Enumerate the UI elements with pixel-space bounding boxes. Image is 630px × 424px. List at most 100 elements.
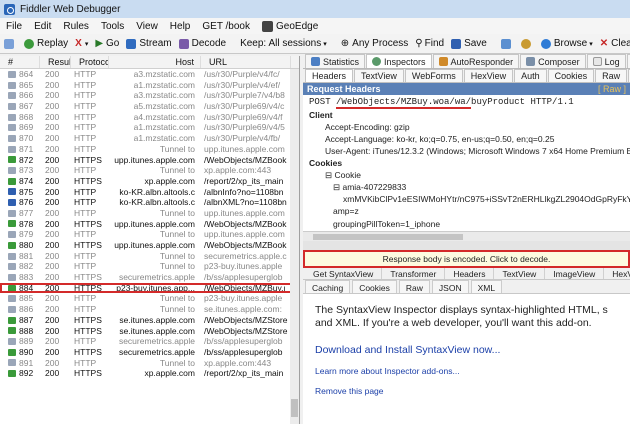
- header-accept-language[interactable]: Accept-Language: ko-kr, ko;q=0.75, en-us…: [303, 133, 630, 145]
- raw-link[interactable]: [ Raw ]: [598, 83, 626, 95]
- table-row[interactable]: 869 200 HTTP a1.mzstatic.com/us/r30/Purple6…: [0, 122, 299, 133]
- table-row[interactable]: 890 200 HTTPS securemetrics.apple/b/ss/appl…: [0, 347, 299, 358]
- table-row[interactable]: 873 200 HTTP Tunnel to xp.apple.com:443: [0, 165, 299, 176]
- stream-button[interactable]: Stream: [126, 38, 172, 49]
- tab-cookies[interactable]: Cookies: [547, 69, 595, 82]
- keep-sessions-dropdown[interactable]: Keep: All sessions ▾: [240, 38, 327, 49]
- table-row[interactable]: 868 200 HTTP a4.mzstatic.com/us/r30/Purple6…: [0, 112, 299, 123]
- go-button[interactable]: ▶ Go: [95, 38, 119, 49]
- table-row[interactable]: 864 200 HTTP a3.mzstatic.com/us/r30/Purple/…: [0, 69, 299, 80]
- remove-page-link[interactable]: Remove this page: [315, 386, 630, 396]
- tab-headers[interactable]: Headers: [305, 69, 354, 82]
- table-row[interactable]: 881 200 HTTP Tunnel to securemetrics.apple.c: [0, 251, 299, 262]
- screenshot-button[interactable]: [500, 38, 514, 49]
- table-row[interactable]: 882 200 HTTP Tunnel to p23-buy.itunes.apple: [0, 261, 299, 272]
- tab-resp-raw[interactable]: Raw: [398, 280, 430, 293]
- sessions-scrollbar[interactable]: [290, 69, 299, 424]
- table-row[interactable]: 888 200 HTTPS se.itunes.apple.com/WebObject…: [0, 326, 299, 337]
- cookie-grouping[interactable]: groupingPillToken=1_iphone: [303, 217, 630, 231]
- tab-raw[interactable]: Raw: [595, 69, 628, 82]
- table-row[interactable]: 872 200 HTTPS upp.itunes.apple.com/WebObjec…: [0, 155, 299, 166]
- menu-file[interactable]: File: [6, 21, 22, 32]
- tab-inspectors[interactable]: Inspectors: [366, 54, 432, 68]
- tab-caching[interactable]: Caching: [305, 280, 351, 293]
- hscroll-thumb[interactable]: [313, 234, 463, 240]
- table-row[interactable]: 892 200 HTTPS xp.apple.com/report/2/xp_its_…: [0, 368, 299, 379]
- client-section[interactable]: Client: [303, 109, 630, 121]
- tab-resp-headers[interactable]: Headers: [445, 268, 495, 279]
- find-button[interactable]: ⚲ Find: [415, 38, 444, 49]
- col-result[interactable]: Result: [40, 56, 71, 68]
- header-accept-encoding[interactable]: Accept-Encoding: gzip: [303, 121, 630, 133]
- download-syntaxview-link[interactable]: Download and Install SyntaxView now...: [315, 344, 630, 356]
- menu-rules[interactable]: Rules: [63, 21, 89, 32]
- col-num[interactable]: #: [0, 56, 40, 68]
- col-host[interactable]: Host: [109, 56, 201, 68]
- tab-composer[interactable]: Composer: [520, 54, 586, 68]
- cookies-section[interactable]: Cookies: [303, 157, 630, 169]
- tab-webforms[interactable]: WebForms: [404, 69, 463, 82]
- table-row[interactable]: 878 200 HTTPS upp.itunes.apple.com/WebObjec…: [0, 219, 299, 230]
- table-row[interactable]: 871 200 HTTP Tunnel to upp.itunes.apple.com: [0, 144, 299, 155]
- col-url[interactable]: URL: [201, 56, 291, 68]
- table-row[interactable]: 880 200 HTTPS upp.itunes.apple.com/WebObjec…: [0, 240, 299, 251]
- table-row[interactable]: 875 200 HTTP ko-KR.albn.altools.c/albnInfo?…: [0, 187, 299, 198]
- menu-geoedge[interactable]: GeoEdge: [262, 20, 318, 32]
- table-row[interactable]: 874 200 HTTPS xp.apple.com/report/2/xp_its_…: [0, 176, 299, 187]
- table-row[interactable]: 889 200 HTTP securemetrics.apple/b/ss/apple…: [0, 336, 299, 347]
- header-user-agent[interactable]: User-Agent: iTunes/12.3.2 (Windows; Micr…: [303, 145, 630, 157]
- tab-statistics[interactable]: Statistics: [305, 54, 366, 68]
- cookie-amia[interactable]: ⊟ amia-407229833: [303, 181, 630, 193]
- table-row[interactable]: 886 200 HTTP Tunnel to se.itunes.apple.com:: [0, 304, 299, 315]
- tab-transformer[interactable]: Transformer: [382, 268, 446, 279]
- tab-auth[interactable]: Auth: [514, 69, 547, 82]
- table-row[interactable]: 879 200 HTTP Tunnel to upp.itunes.apple.com: [0, 229, 299, 240]
- table-row[interactable]: 876 200 HTTP ko-KR.albn.altools.c/albnXML?n…: [0, 197, 299, 208]
- table-row[interactable]: 867 200 HTTP a5.mzstatic.com/us/r30/Purple6…: [0, 101, 299, 112]
- tab-filters[interactable]: Fi: [626, 54, 630, 68]
- cookie-node[interactable]: ⊟ Cookie: [303, 169, 630, 181]
- tab-resp-textview[interactable]: TextView: [494, 268, 546, 279]
- replay-button[interactable]: Replay: [24, 38, 68, 49]
- tab-resp-cookies[interactable]: Cookies: [352, 280, 397, 293]
- tab-resp-hexview[interactable]: HexView: [604, 268, 630, 279]
- menu-tools[interactable]: Tools: [101, 21, 124, 32]
- menu-view[interactable]: View: [136, 21, 158, 32]
- col-protocol[interactable]: Protocol: [71, 56, 109, 68]
- tab-textview[interactable]: TextView: [354, 69, 404, 82]
- menu-help[interactable]: Help: [170, 21, 191, 32]
- comment-button[interactable]: [4, 38, 17, 49]
- table-row[interactable]: 891 200 HTTP Tunnel to xp.apple.com:443: [0, 358, 299, 369]
- tab-resp-json[interactable]: JSON: [431, 280, 469, 293]
- headers-hscrollbar[interactable]: [303, 231, 630, 241]
- tab-imageview[interactable]: ImageView: [545, 268, 605, 279]
- decode-button[interactable]: Decode: [178, 38, 226, 49]
- menu-get-book[interactable]: GET /book: [202, 21, 250, 32]
- panel-splitter[interactable]: [303, 241, 630, 250]
- menu-edit[interactable]: Edit: [34, 21, 51, 32]
- table-row[interactable]: 870 200 HTTP a1.mzstatic.com/us/r30/Purple/…: [0, 133, 299, 144]
- cookie-amp[interactable]: amp=z: [303, 205, 630, 217]
- learn-more-link[interactable]: Learn more about Inspector add-ons...: [315, 366, 630, 376]
- browse-button[interactable]: Browse ▾: [540, 38, 593, 49]
- tab-autoresponder[interactable]: AutoResponder: [432, 54, 520, 68]
- save-button[interactable]: Save: [451, 38, 487, 49]
- decode-banner[interactable]: Response body is encoded. Click to decod…: [303, 250, 630, 268]
- clear-cache-button[interactable]: ✕Clear Cache: [600, 38, 630, 49]
- tab-log[interactable]: Log: [586, 54, 626, 68]
- timer-button[interactable]: [520, 38, 534, 49]
- table-row[interactable]: 884 200 HTTPS p23-buy.itunes.app... /WebObje…: [0, 282, 299, 294]
- table-row[interactable]: 865 200 HTTP a1.mzstatic.com/us/r30/Purple/…: [0, 80, 299, 91]
- any-process-button[interactable]: ⊕ Any Process: [341, 38, 409, 49]
- table-row[interactable]: 883 200 HTTPS securemetrics.apple/b/ss/appl…: [0, 272, 299, 283]
- remove-button[interactable]: X ▾: [75, 38, 88, 49]
- table-row[interactable]: 885 200 HTTP Tunnel to p23-buy.itunes.apple: [0, 293, 299, 304]
- scroll-thumb[interactable]: [291, 399, 298, 417]
- cookie-value[interactable]: xmMVKibClPv1eESIWMoHYtr/nC975+iSSvT2nERH…: [303, 193, 630, 205]
- table-row[interactable]: 887 200 HTTPS se.itunes.apple.com/WebObject…: [0, 315, 299, 326]
- table-row[interactable]: 877 200 HTTP Tunnel to upp.itunes.apple.com: [0, 208, 299, 219]
- tab-get-syntaxview[interactable]: Get SyntaxView: [305, 268, 383, 279]
- tab-resp-xml[interactable]: XML: [470, 280, 503, 293]
- table-row[interactable]: 866 200 HTTP a3.mzstatic.com/us/r30/Purple7…: [0, 90, 299, 101]
- tab-hexview[interactable]: HexView: [463, 69, 514, 82]
